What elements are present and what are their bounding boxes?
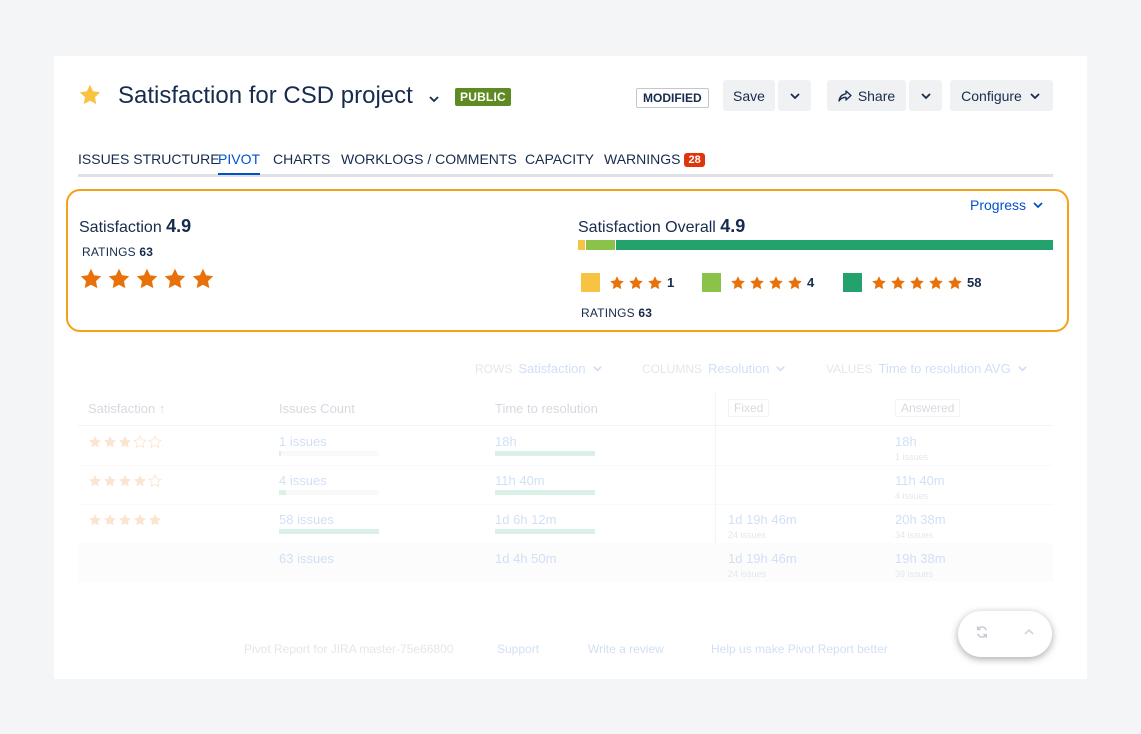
total-fixed-count: 24 issues <box>728 569 767 579</box>
total-answered-count: 39 issues <box>895 569 934 579</box>
star-filled-icon <box>134 514 146 526</box>
issues-bar <box>279 529 379 534</box>
chevron-down-icon <box>592 366 602 372</box>
floating-actions <box>958 611 1052 657</box>
row-divider <box>78 504 1053 505</box>
columns-key: COLUMNS <box>642 361 703 376</box>
column-header-answered[interactable]: Answered <box>895 399 961 417</box>
issues-bar-fill <box>279 451 281 456</box>
answered-count: 1 issues <box>895 452 929 462</box>
fixed-value[interactable]: 1d 19h 46m <box>728 512 797 527</box>
values-selector[interactable]: VALUES Time to resolution AVG <box>826 361 1028 376</box>
sort-arrow-up-icon: ↑ <box>158 401 166 416</box>
issues-link[interactable]: 58 issues <box>279 512 334 527</box>
time-bar <box>495 451 595 456</box>
time-bar <box>495 529 595 534</box>
row-stars <box>88 513 162 527</box>
column-header-issues-count[interactable]: Issues Count <box>279 401 355 416</box>
answered-value[interactable]: 11h 40m <box>895 473 945 488</box>
rows-value: Satisfaction <box>518 361 586 376</box>
issues-bar <box>279 490 379 495</box>
header-divider <box>78 425 1053 426</box>
star-filled-icon <box>89 514 101 526</box>
footer-review-link[interactable]: Write a review <box>588 642 664 656</box>
pivot-table-area: ROWS Satisfaction COLUMNS Resolution VAL… <box>54 56 1087 679</box>
time-bar-fill <box>495 529 595 534</box>
time-link[interactable]: 1d 6h 12m <box>495 512 556 527</box>
chevron-down-icon <box>1017 366 1027 372</box>
star-filled-icon <box>119 436 131 448</box>
answered-count: 34 issues <box>895 530 934 540</box>
total-answered[interactable]: 19h 38m <box>895 551 946 566</box>
total-fixed[interactable]: 1d 19h 46m <box>728 551 797 566</box>
footer-version: Pivot Report for JIRA master-75e66800 <box>244 642 454 656</box>
star-empty-icon <box>148 435 162 449</box>
issues-bar-fill <box>279 529 379 534</box>
row-stars <box>88 435 162 449</box>
report-card: Satisfaction for CSD project PUBLIC MODI… <box>54 56 1087 679</box>
header-label: Satisfaction <box>88 401 156 416</box>
star-empty-icon <box>133 435 147 449</box>
issues-bar-fill <box>279 490 286 495</box>
footer-support-link[interactable]: Support <box>497 642 539 656</box>
star-filled-icon <box>149 514 161 526</box>
time-bar-fill <box>495 490 595 495</box>
star-filled-icon <box>104 514 116 526</box>
time-link[interactable]: 11h 40m <box>495 473 545 488</box>
issues-bar <box>279 451 379 456</box>
star-filled-icon <box>104 475 116 487</box>
columns-selector[interactable]: COLUMNS Resolution <box>642 361 786 376</box>
rows-selector[interactable]: ROWS Satisfaction <box>475 361 603 376</box>
answered-value[interactable]: 20h 38m <box>895 512 946 527</box>
scroll-to-top-icon[interactable] <box>1023 625 1035 643</box>
values-value: Time to resolution AVG <box>878 361 1011 376</box>
issues-link[interactable]: 4 issues <box>279 473 327 488</box>
chevron-down-icon <box>776 366 786 372</box>
star-filled-icon <box>119 475 131 487</box>
star-empty-icon <box>148 474 162 488</box>
fixed-count: 24 issues <box>728 530 767 540</box>
row-divider <box>78 465 1053 466</box>
star-filled-icon <box>134 475 146 487</box>
rows-key: ROWS <box>475 361 513 376</box>
footer-help-link[interactable]: Help us make Pivot Report better <box>711 642 888 656</box>
answered-count: 4 issues <box>895 491 929 501</box>
time-bar-fill <box>495 451 595 456</box>
values-key: VALUES <box>826 361 873 376</box>
columns-value: Resolution <box>708 361 770 376</box>
time-bar <box>495 490 595 495</box>
star-filled-icon <box>89 475 101 487</box>
column-header-satisfaction[interactable]: Satisfaction ↑ <box>88 401 165 416</box>
star-filled-icon <box>89 436 101 448</box>
column-header-time-to-resolution[interactable]: Time to resolution <box>495 401 598 416</box>
column-header-fixed[interactable]: Fixed <box>728 399 770 417</box>
total-time[interactable]: 1d 4h 50m <box>495 551 556 566</box>
issues-link[interactable]: 1 issues <box>279 434 327 449</box>
answered-value[interactable]: 18h <box>895 434 917 449</box>
time-link[interactable]: 18h <box>495 434 517 449</box>
star-filled-icon <box>119 514 131 526</box>
star-filled-icon <box>104 436 116 448</box>
total-issues-link[interactable]: 63 issues <box>279 551 334 566</box>
refresh-icon[interactable] <box>975 625 989 644</box>
row-stars <box>88 474 162 488</box>
